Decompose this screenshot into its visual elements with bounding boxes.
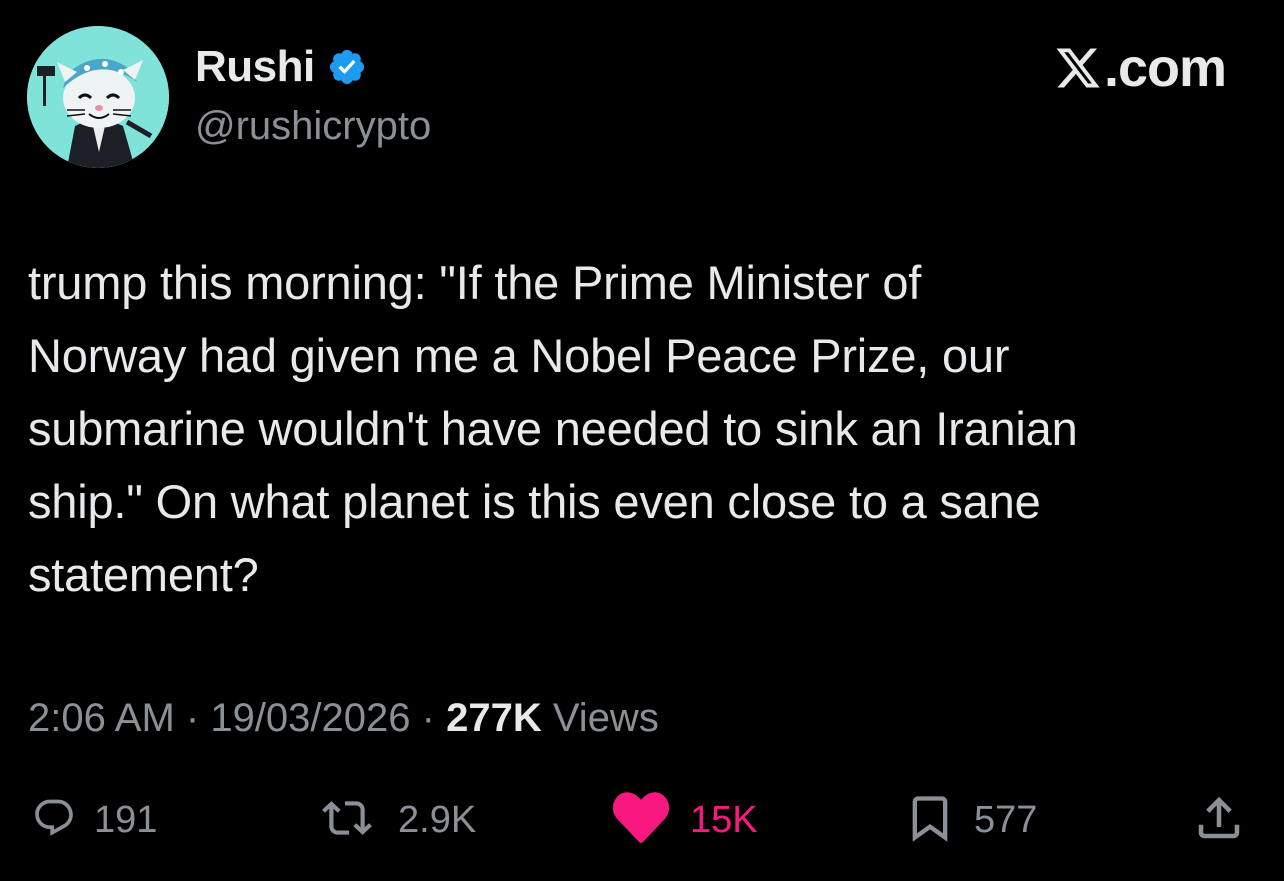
reply-count: 191 [94,798,158,841]
bookmark-icon [904,790,956,851]
tweet-date[interactable]: 19/03/2026 [210,696,410,740]
reply-icon [32,796,76,845]
like-button[interactable]: 15K [610,782,758,858]
views-count: 277K [446,696,553,740]
like-count: 15K [690,798,758,841]
share-button[interactable] [1192,782,1246,858]
share-icon [1192,790,1246,851]
tweet-text: trump this morning: "If the Prime Minist… [28,256,1078,601]
verified-badge-icon [327,47,367,87]
avatar[interactable] [27,26,169,168]
brand-text: .com [1103,38,1227,98]
meta-separator: · [185,696,211,740]
x-logo-icon [1054,44,1102,92]
tweet-meta: 2:06 AM · 19/03/2026 · 277K Views [28,690,659,746]
tweet-time[interactable]: 2:06 AM [28,696,175,740]
reply-button[interactable]: 191 [32,782,157,858]
repost-button[interactable]: 2.9K [314,782,476,858]
meta-separator: · [421,696,447,740]
heart-filled-icon [610,790,672,851]
repost-icon [314,793,380,848]
repost-count: 2.9K [398,798,477,841]
views-label: Views [552,696,659,740]
author-name-row: Rushi [195,40,367,94]
author-handle[interactable]: @rushicrypto [195,104,431,149]
tweet-card: Rushi @rushicrypto .com trump this morni… [0,0,1284,881]
bookmark-button[interactable]: 577 [904,782,1037,858]
bookmark-count: 577 [974,798,1038,841]
brand-watermark: .com [1054,38,1227,98]
cartoon-cat-avatar-icon [27,26,169,168]
action-bar: 191 2.9K 15K 577 [0,782,1284,858]
author-display-name[interactable]: Rushi [195,42,315,92]
